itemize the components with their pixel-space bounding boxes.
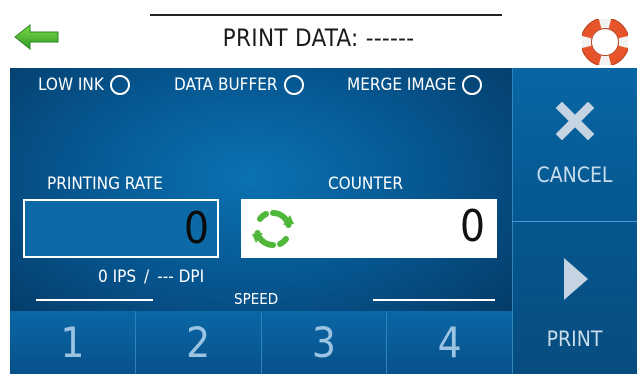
lifebuoy-help-icon[interactable]	[580, 17, 630, 67]
speed-button-1[interactable]: 1	[10, 311, 136, 374]
data-buffer-indicator	[283, 75, 304, 95]
data-buffer-label: DATA BUFFER	[174, 75, 278, 95]
status-low-ink: LOW INK	[38, 72, 130, 98]
speed-divider-left	[36, 299, 153, 301]
merge-image-indicator	[462, 75, 483, 95]
dpi-value: --- DPI	[157, 267, 205, 287]
cancel-button[interactable]: CANCEL	[512, 68, 637, 221]
counter-value: 0	[459, 201, 485, 252]
speed-label: SPEED	[234, 290, 279, 308]
printing-rate-label: PRINTING RATE	[47, 174, 163, 194]
printing-rate-value: 0	[183, 203, 209, 254]
cancel-label: CANCEL	[536, 163, 613, 187]
play-icon	[562, 256, 590, 302]
speed-button-2[interactable]: 2	[135, 311, 262, 374]
top-divider	[150, 14, 502, 16]
merge-image-label: MERGE IMAGE	[347, 75, 457, 95]
rate-separator: /	[144, 267, 150, 287]
print-label: PRINT	[546, 327, 603, 351]
rate-units: 0 IPS / --- DPI	[98, 267, 204, 287]
printing-rate-display: 0	[23, 199, 219, 258]
print-button[interactable]: PRINT	[512, 222, 637, 374]
refresh-icon[interactable]	[250, 207, 296, 251]
status-merge-image: MERGE IMAGE	[347, 72, 483, 98]
status-data-buffer: DATA BUFFER	[174, 72, 304, 98]
speed-selector: 1 2 3 4	[10, 311, 512, 374]
low-ink-label: LOW INK	[38, 75, 104, 95]
speed-button-3[interactable]: 3	[261, 311, 388, 374]
counter-label: COUNTER	[328, 174, 403, 194]
page-title: PRINT DATA: ------	[222, 24, 415, 52]
speed-divider-right	[373, 299, 495, 301]
ips-value: 0 IPS	[98, 267, 137, 287]
back-arrow-icon[interactable]	[12, 22, 62, 52]
speed-button-4[interactable]: 4	[387, 311, 512, 374]
low-ink-indicator	[109, 75, 130, 95]
close-icon	[555, 101, 595, 141]
